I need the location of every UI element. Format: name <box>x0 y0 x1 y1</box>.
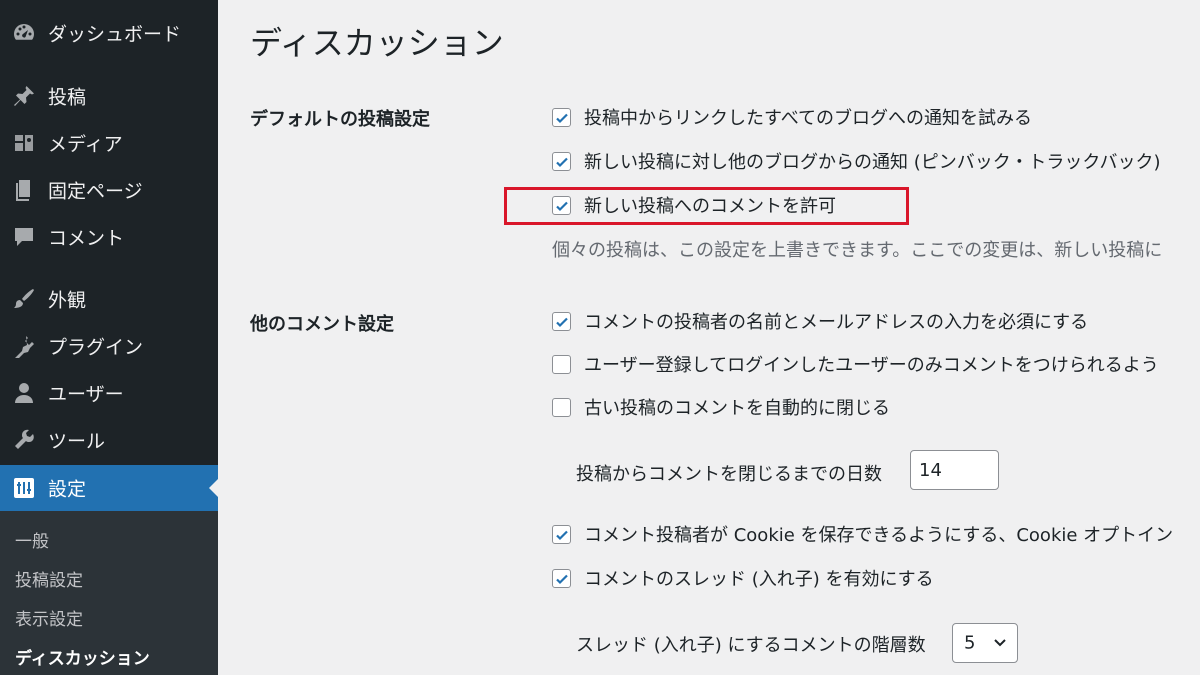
settings-description: 個々の投稿は、この設定を上書きできます。ここでの変更は、新しい投稿に <box>552 240 1163 261</box>
submenu-item-writing[interactable]: 投稿設定 <box>15 566 83 591</box>
checkbox[interactable] <box>552 151 571 171</box>
pages-icon <box>11 177 37 203</box>
checkbox-label: 投稿中からリンクしたすべてのブログへの通知を試みる <box>584 108 1033 129</box>
sidebar-item-settings[interactable]: 設定 <box>0 465 218 511</box>
checkbox-row-close-old-comments[interactable]: 古い投稿のコメントを自動的に閉じる <box>552 395 890 419</box>
sidebar-item-users[interactable]: ユーザー <box>0 370 218 416</box>
page-title: ディスカッション <box>250 24 504 62</box>
user-icon <box>11 380 37 406</box>
checkbox-label: 新しい投稿へのコメントを許可 <box>584 196 836 217</box>
sidebar-item-label: メディア <box>48 133 123 156</box>
sidebar-item-label: ユーザー <box>48 383 124 406</box>
checkbox-label: コメントのスレッド (入れ子) を有効にする <box>584 569 934 590</box>
brush-icon <box>11 286 37 312</box>
settings-submenu: 一般 投稿設定 表示設定 ディスカッション <box>0 511 218 675</box>
sidebar-item-label: ツール <box>48 430 106 453</box>
wrench-icon <box>11 427 37 453</box>
sidebar-item-label: コメント <box>48 227 125 250</box>
checkbox[interactable] <box>552 195 571 215</box>
checkbox[interactable] <box>552 311 571 331</box>
thread-depth-select[interactable]: 5 <box>952 623 1018 663</box>
checkbox-row-allow-comments[interactable]: 新しい投稿へのコメントを許可 <box>552 193 836 217</box>
checkbox-label: ユーザー登録してログインしたユーザーのみコメントをつけられるよう <box>584 355 1159 376</box>
sidebar-item-label: 外観 <box>48 289 87 312</box>
sidebar-item-label: 投稿 <box>48 86 87 109</box>
close-days-input[interactable] <box>910 450 999 490</box>
close-days-label: 投稿からコメントを閉じるまでの日数 <box>576 464 882 485</box>
settings-icon <box>11 475 37 501</box>
sidebar-item-label: プラグイン <box>48 336 144 359</box>
submenu-item-discussion[interactable]: ディスカッション <box>15 644 150 669</box>
checkbox-row-require-name-email[interactable]: コメントの投稿者の名前とメールアドレスの入力を必須にする <box>552 309 1088 333</box>
chevron-down-icon <box>994 639 1006 647</box>
checkbox[interactable] <box>552 354 571 374</box>
pin-icon <box>11 83 37 109</box>
sidebar-item-label: 設定 <box>48 478 87 501</box>
submenu-item-general[interactable]: 一般 <box>15 527 49 552</box>
checkbox[interactable] <box>552 107 571 127</box>
sidebar-item-pages[interactable]: 固定ページ <box>0 167 218 213</box>
checkbox[interactable] <box>552 568 571 588</box>
media-icon <box>11 130 37 156</box>
checkbox-label: コメントの投稿者の名前とメールアドレスの入力を必須にする <box>584 312 1089 333</box>
sidebar-item-posts[interactable]: 投稿 <box>0 73 218 119</box>
sidebar-item-dashboard[interactable]: ダッシュボード <box>0 10 218 56</box>
sidebar-item-label: 固定ページ <box>48 180 143 203</box>
checkbox[interactable] <box>552 524 571 544</box>
section-heading-default-article: デフォルトの投稿設定 <box>250 109 430 130</box>
plugin-icon <box>11 333 37 359</box>
checkbox[interactable] <box>552 397 571 417</box>
checkbox-label: 古い投稿のコメントを自動的に閉じる <box>584 398 890 419</box>
admin-sidebar: ダッシュボード 投稿 メディア 固定ページ コメント 外観 プラグイン ユーザー… <box>0 0 218 675</box>
comment-icon <box>11 224 37 250</box>
checkbox-label: コメント投稿者が Cookie を保存できるようにする、Cookie オプトイン <box>584 525 1174 546</box>
checkbox-row-cookie-opt-in[interactable]: コメント投稿者が Cookie を保存できるようにする、Cookie オプトイン <box>552 522 1173 546</box>
main-content: ディスカッション デフォルトの投稿設定 投稿中からリンクしたすべてのブログへの通… <box>218 0 1200 675</box>
sidebar-item-tools[interactable]: ツール <box>0 417 218 463</box>
checkbox-row-registered-only[interactable]: ユーザー登録してログインしたユーザーのみコメントをつけられるよう <box>552 352 1159 376</box>
dashboard-icon <box>11 20 37 46</box>
sidebar-item-label: ダッシュボード <box>48 23 182 46</box>
checkbox-row-threaded-comments[interactable]: コメントのスレッド (入れ子) を有効にする <box>552 566 934 590</box>
checkbox-row-notify-linked-blogs[interactable]: 投稿中からリンクしたすべてのブログへの通知を試みる <box>552 105 1032 129</box>
section-heading-other-comment: 他のコメント設定 <box>250 314 394 335</box>
thread-depth-value: 5 <box>964 632 976 654</box>
checkbox-row-pingbacks[interactable]: 新しい投稿に対し他のブログからの通知 (ピンバック・トラックバック) <box>552 149 1161 173</box>
sidebar-item-comments[interactable]: コメント <box>0 214 218 260</box>
sidebar-item-appearance[interactable]: 外観 <box>0 276 218 322</box>
sidebar-item-media[interactable]: メディア <box>0 120 218 166</box>
submenu-item-reading[interactable]: 表示設定 <box>15 605 83 630</box>
thread-depth-label: スレッド (入れ子) にするコメントの階層数 <box>576 635 926 656</box>
checkbox-label: 新しい投稿に対し他のブログからの通知 (ピンバック・トラックバック) <box>584 152 1161 173</box>
sidebar-item-plugins[interactable]: プラグイン <box>0 323 218 369</box>
